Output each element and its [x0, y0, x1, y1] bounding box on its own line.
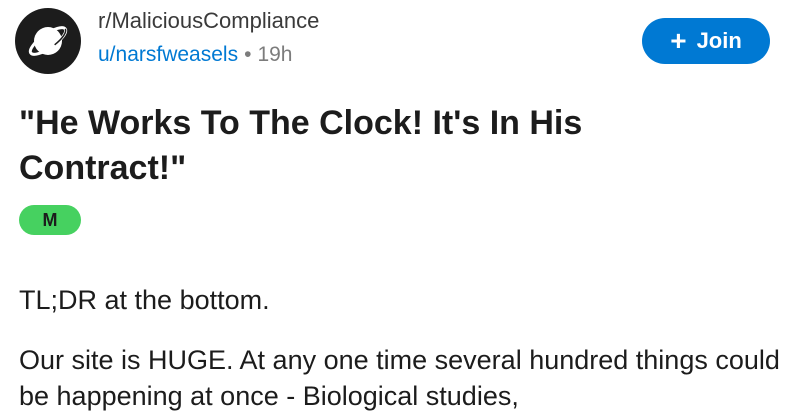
reddit-post-screenshot: r/MaliciousCompliance u/narsfweasels • 19h…: [0, 0, 800, 420]
join-button-label: Join: [696, 28, 742, 53]
plus-icon: +: [670, 25, 687, 56]
post-age: 19h: [257, 43, 293, 66]
subreddit-avatar[interactable]: [15, 8, 81, 74]
meta-separator: •: [244, 43, 252, 66]
post-body-paragraph: TL;DR at the bottom.: [19, 285, 270, 315]
post-title[interactable]: "He Works To The Clock! It's In His Cont…: [19, 101, 739, 191]
post-meta: u/narsfweasels • 19h: [98, 43, 292, 67]
join-button[interactable]: + Join: [642, 18, 770, 64]
subreddit-name[interactable]: r/MaliciousCompliance: [98, 8, 319, 34]
author-link[interactable]: u/narsfweasels: [98, 43, 238, 66]
planet-icon: [28, 26, 68, 56]
post-body-paragraph: Our site is HUGE. At any one time severa…: [19, 345, 780, 411]
post-flair[interactable]: M: [19, 205, 81, 235]
